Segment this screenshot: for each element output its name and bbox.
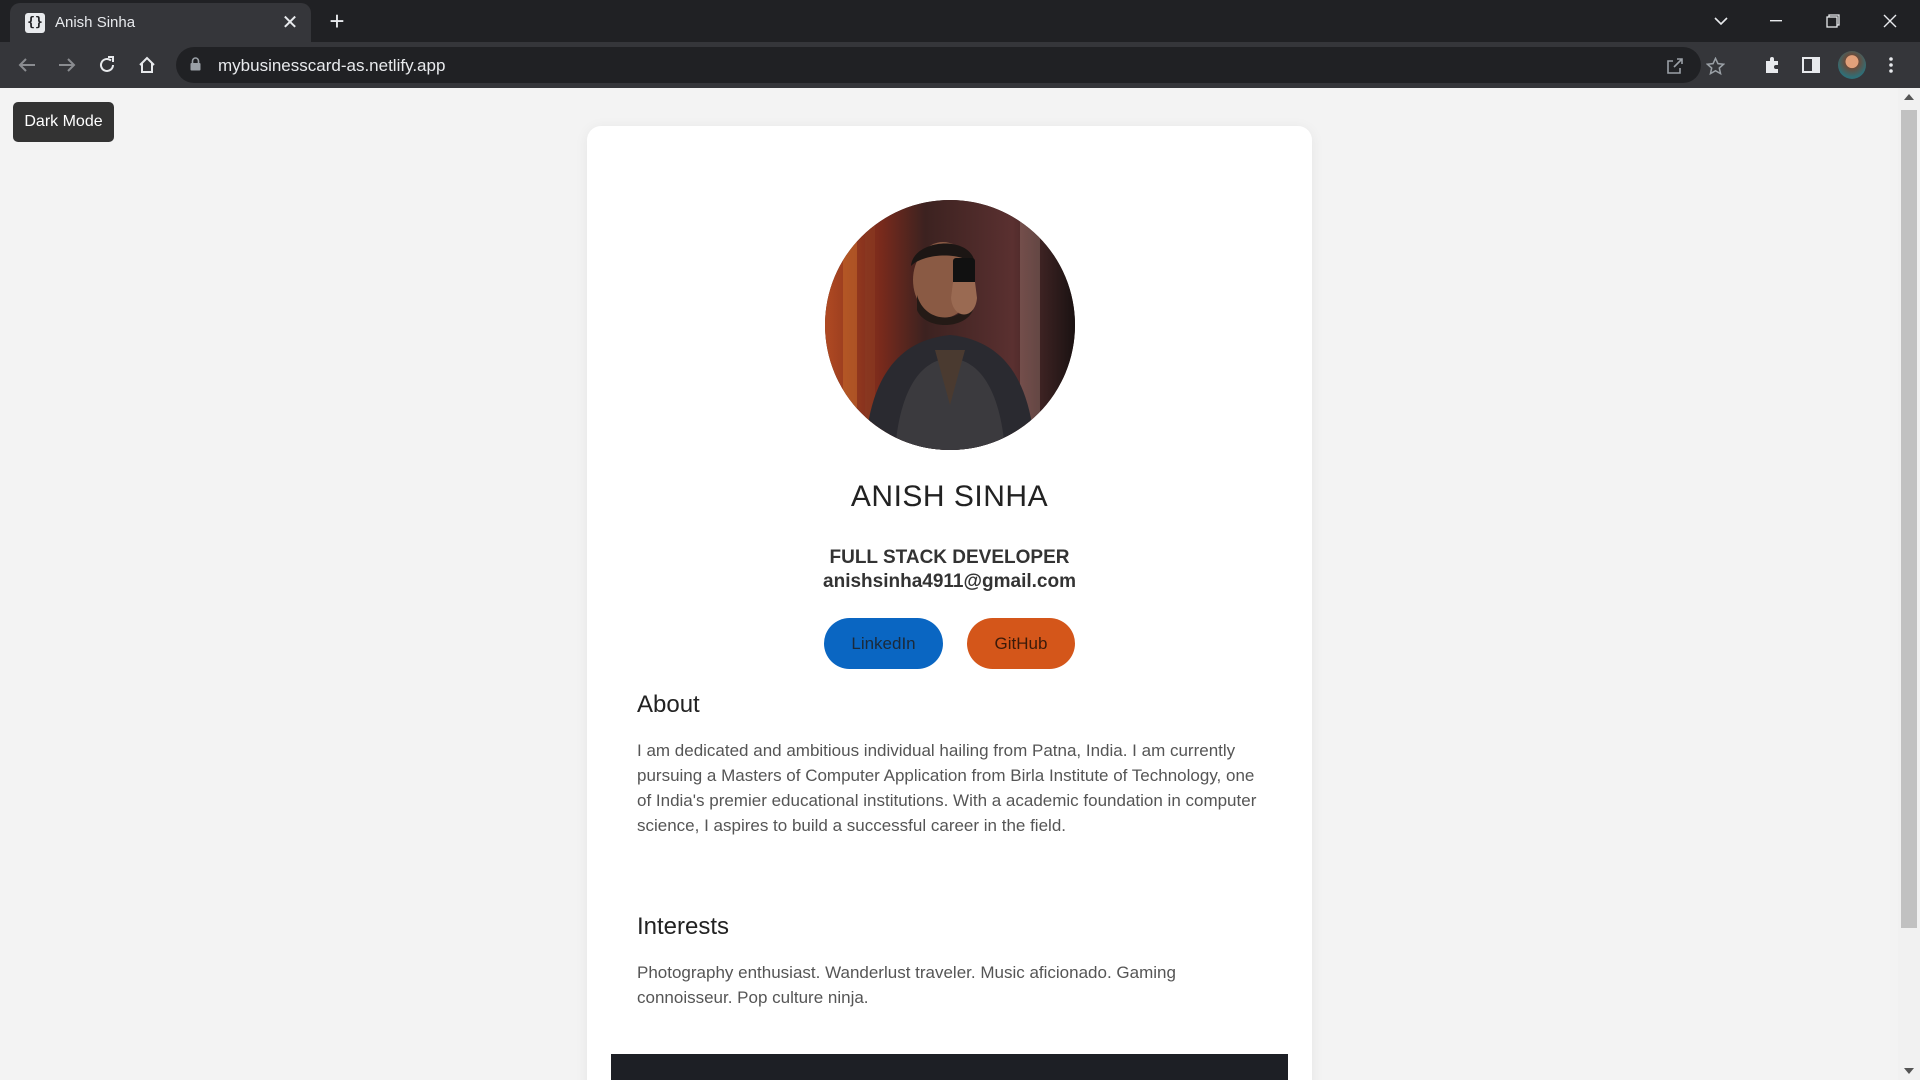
tab-search-icon[interactable] [1701, 6, 1741, 36]
side-panel-icon[interactable] [1798, 52, 1824, 78]
browser-tab[interactable]: {} Anish Sinha ✕ [10, 3, 311, 42]
url-text: mybusinesscard-as.netlify.app [218, 56, 446, 75]
scroll-up-arrow-icon[interactable] [1904, 94, 1914, 100]
lock-icon[interactable] [190, 57, 201, 76]
menu-icon[interactable] [1878, 52, 1904, 78]
star-icon[interactable] [1703, 54, 1727, 78]
favicon-icon: {} [25, 12, 45, 33]
new-tab-button[interactable]: + [323, 8, 351, 36]
dark-mode-button[interactable]: Dark Mode [13, 102, 114, 142]
card-footer [611, 1054, 1288, 1080]
job-title: FULL STACK DEVELOPER [829, 547, 1070, 568]
browser-toolbar: mybusinesscard-as.netlify.app [0, 42, 1920, 88]
person-name: ANISH SINHA [850, 480, 1049, 513]
reload-icon[interactable] [91, 49, 123, 81]
tab-title: Anish Sinha [55, 14, 136, 31]
profile-photo [825, 200, 1075, 450]
back-icon[interactable] [11, 49, 43, 81]
minimize-icon[interactable] [1756, 6, 1796, 36]
interests-heading: Interests [637, 913, 730, 940]
about-heading: About [637, 691, 700, 718]
share-icon[interactable] [1663, 54, 1687, 78]
github-button[interactable]: GitHub [967, 618, 1075, 669]
interests-text: Photography enthusiast. Wanderlust trave… [637, 963, 1176, 1007]
forward-icon[interactable] [51, 49, 83, 81]
address-bar[interactable]: mybusinesscard-as.netlify.app [176, 47, 1725, 83]
home-icon[interactable] [131, 49, 163, 81]
page-viewport: Dark Mode ANISH SINHA FULL STACK DEVELOP… [0, 88, 1898, 1080]
close-icon[interactable] [1870, 6, 1910, 36]
scroll-down-arrow-icon[interactable] [1904, 1068, 1914, 1074]
linkedin-button[interactable]: LinkedIn [824, 618, 943, 669]
maximize-icon[interactable] [1813, 6, 1853, 36]
vertical-scrollbar[interactable] [1898, 88, 1920, 1080]
tab-close-icon[interactable]: ✕ [279, 12, 301, 34]
tab-strip: {} Anish Sinha ✕ + [0, 0, 1920, 42]
scrollbar-thumb[interactable] [1901, 110, 1917, 928]
profile-avatar[interactable] [1838, 51, 1866, 79]
about-text: I am dedicated and ambitious individual … [637, 741, 1257, 835]
extensions-icon[interactable] [1759, 52, 1785, 78]
email-address[interactable]: anishsinha4911@gmail.com [587, 571, 1312, 593]
business-card: ANISH SINHA FULL STACK DEVELOPER anishsi… [587, 126, 1312, 1080]
